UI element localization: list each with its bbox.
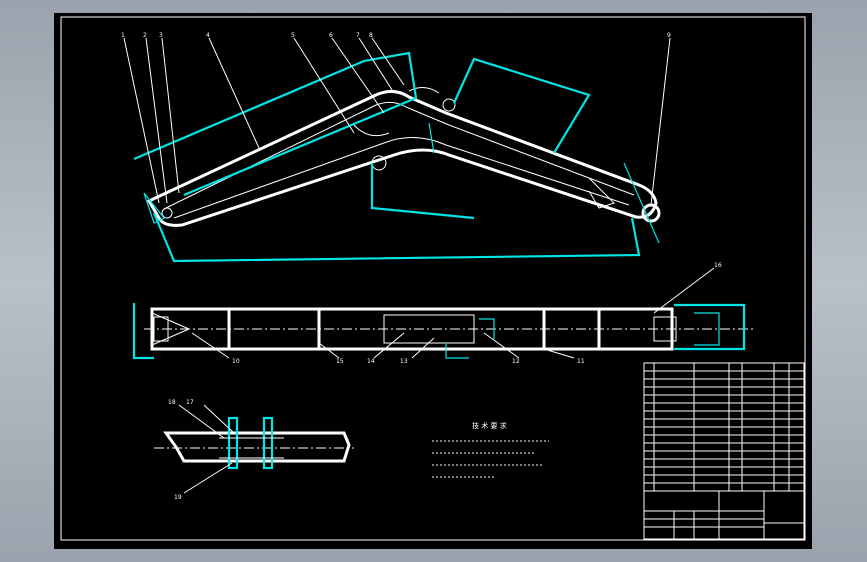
plan-leaders [191,267,715,359]
callout-13: 13 [400,358,408,365]
boom-elevation [146,87,661,227]
cad-drawing: 1 2 3 4 5 6 7 8 9 10 11 12 13 14 15 16 1… [60,16,806,541]
boom-plan-view [144,307,754,351]
drawing-border [60,16,806,541]
dimension-lines-elevation [133,51,660,263]
callout-6: 6 [329,32,333,39]
dim-upper-right [452,57,591,154]
technical-notes: 技 术 要 求 [432,421,549,478]
title-block [643,362,805,540]
callout-1: 1 [121,32,125,39]
notes-title: 技 术 要 求 [472,421,507,430]
detail-callout-labels: 18 17 19 [168,399,194,501]
callout-12: 12 [512,358,520,365]
callout-7: 7 [356,32,360,39]
callout-4: 4 [206,32,210,39]
lug-arc [353,124,390,137]
callout-10: 10 [232,358,240,365]
dim-short [428,122,435,154]
detail-outline [163,431,351,463]
dim-upper-left [133,51,418,197]
callout-17: 17 [186,399,194,406]
callout-3: 3 [159,32,163,39]
callout-8: 8 [369,32,373,39]
callout-leaders [123,37,671,206]
dim-mid [370,163,475,220]
callout-9: 9 [667,32,671,39]
callout-16: 16 [714,262,722,269]
callout-2: 2 [143,32,147,39]
pin-hole-top [442,98,456,112]
callout-18: 18 [168,399,176,406]
callout-11: 11 [577,358,585,365]
detail-view [154,404,354,494]
drawing-frame: 1 2 3 4 5 6 7 8 9 10 11 12 13 14 15 16 1… [54,13,812,549]
callout-5: 5 [291,32,295,39]
dim-bottom [152,212,641,263]
callout-19: 19 [174,494,182,501]
callout-14: 14 [367,358,375,365]
callout-labels: 1 2 3 4 5 6 7 8 9 [121,32,671,39]
dim-right [623,162,660,244]
callout-15: 15 [336,358,344,365]
